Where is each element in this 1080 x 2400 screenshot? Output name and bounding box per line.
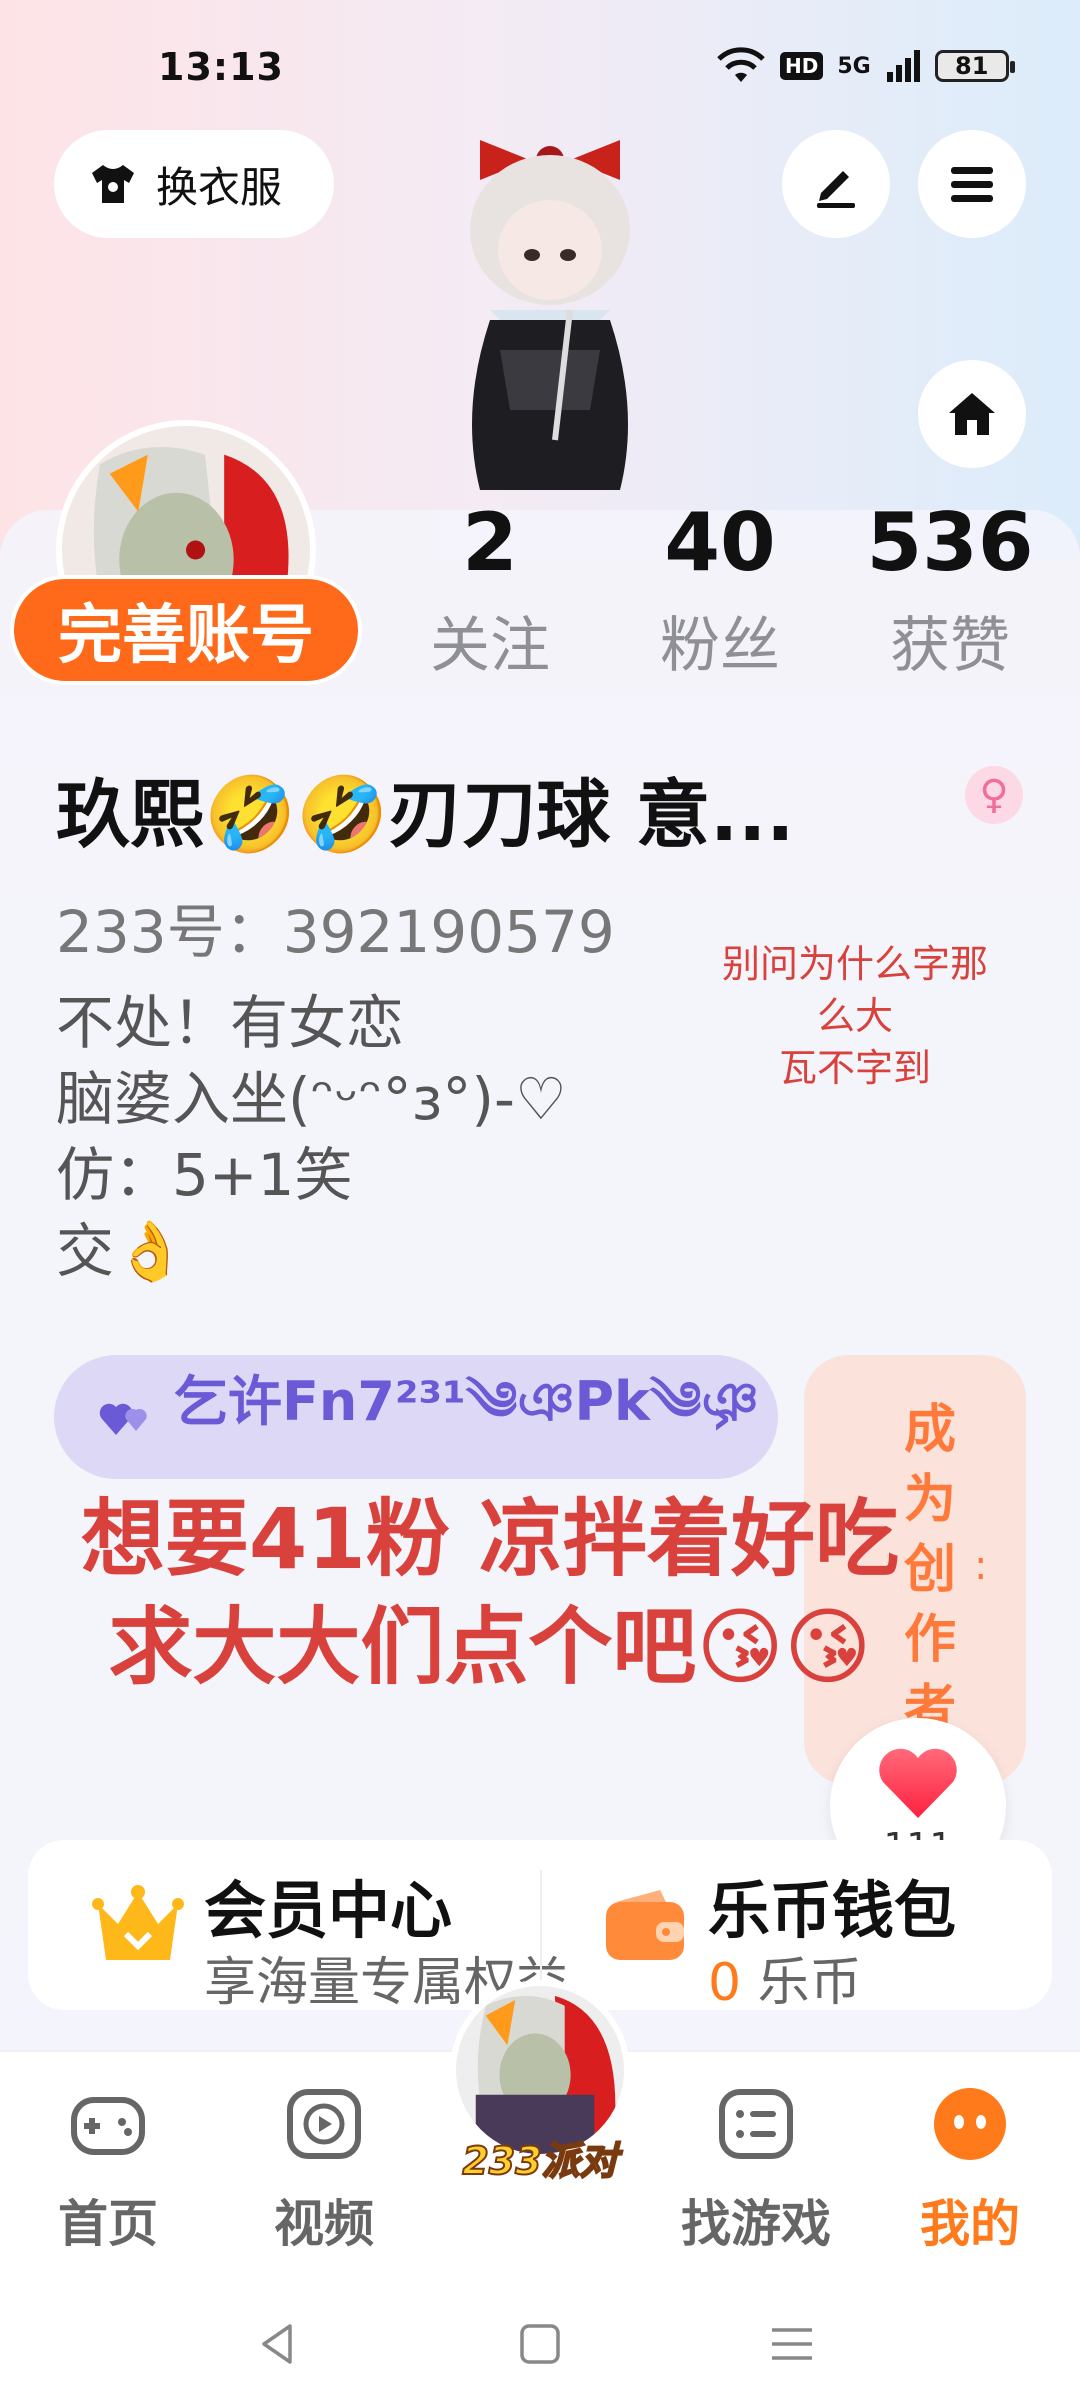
double-heart-icon: [99, 1403, 147, 1435]
tab-mine[interactable]: 我的: [880, 2082, 1060, 2256]
following-count: 2: [462, 496, 518, 589]
gamepad-icon: [71, 2097, 145, 2155]
status-icons: HD 5G 81: [716, 46, 1015, 86]
face-icon: [934, 2088, 1006, 2160]
complete-account-button[interactable]: 完善账号: [10, 575, 362, 685]
hd-badge: HD: [780, 52, 824, 80]
status-bar: 13:13 HD 5G 81: [0, 40, 1080, 100]
edit-button[interactable]: [782, 130, 890, 238]
tab-mine-label: 我的: [920, 2195, 1020, 2253]
likes-label: 获赞: [890, 611, 1010, 681]
tab-find-games-label: 找游戏: [681, 2195, 831, 2253]
dress-up-button[interactable]: 换衣服: [54, 130, 334, 238]
stat-fans[interactable]: 40 粉丝: [620, 495, 820, 684]
tab-home[interactable]: 首页: [18, 2082, 198, 2256]
fan-group-chip[interactable]: 乞许Fn7²³¹༄ঞPk༄ঞ ›: [54, 1355, 778, 1479]
list-icon: [719, 2089, 793, 2159]
coin-balance: 0 乐币: [708, 1940, 862, 2015]
home-nav-icon[interactable]: [514, 2318, 566, 2370]
home-icon: [949, 393, 995, 435]
overlay-note-text: 别问为什么字那 么大 瓦不字到: [721, 942, 988, 1090]
following-label: 关注: [430, 611, 550, 681]
stat-following[interactable]: 2 关注: [390, 495, 590, 684]
coin-unit: 乐币: [757, 1953, 862, 2013]
female-icon: ♀: [965, 766, 1023, 824]
crown-icon: [92, 1885, 184, 1960]
likes-count: 536: [866, 496, 1034, 589]
avatar-3d-character[interactable]: [420, 110, 680, 510]
wifi-icon: [717, 47, 765, 82]
creator-colon: :: [974, 1543, 988, 1589]
tab-party[interactable]: 233派对: [450, 1980, 630, 2200]
user-id[interactable]: 233号：392190579: [56, 885, 615, 969]
signal-icon: [886, 50, 920, 82]
tab-video[interactable]: 视频: [234, 2082, 414, 2256]
play-icon: [287, 2089, 361, 2159]
dress-up-label: 换衣服: [156, 162, 283, 212]
system-nav-bar: [0, 2292, 1080, 2400]
fans-label: 粉丝: [660, 611, 780, 681]
menu-icon: [951, 167, 993, 202]
fans-count: 40: [664, 496, 776, 589]
nickname: 玖熙🤣🤣刃刀球 意...: [56, 772, 795, 858]
network-label: 5G: [837, 53, 871, 79]
tab-video-label: 视频: [274, 2195, 374, 2253]
battery-indicator: 81: [934, 50, 1015, 82]
heart-icon: [879, 1748, 957, 1818]
tab-home-label: 首页: [58, 2195, 158, 2253]
menu-button[interactable]: [918, 130, 1026, 238]
shirt-icon: [92, 165, 134, 203]
bio-text: 不处！有女恋 脑婆入坐(ᵔᵕᵔ°з°)-♡ 仿：5+1笑 交👌: [56, 989, 567, 1285]
vip-title: 会员中心: [204, 1874, 453, 1947]
coin-title: 乐币钱包: [708, 1874, 957, 1947]
home-button[interactable]: [918, 360, 1026, 468]
tab-find-games[interactable]: 找游戏: [666, 2082, 846, 2256]
wallet-icon: [606, 1890, 684, 1960]
back-icon[interactable]: [252, 2318, 304, 2370]
fan-group-name: 乞许Fn7²³¹༄ঞPk༄ঞ: [174, 1370, 759, 1433]
pencil-icon: [817, 171, 855, 208]
party-avatar-image: [456, 1986, 624, 2154]
coin-count: 0: [708, 1953, 742, 2013]
overlay-big-text: 想要41粉 凉拌着好吃 求大大们点个吧😘😘: [80, 1490, 900, 1696]
status-time: 13:13: [158, 45, 284, 89]
recents-icon[interactable]: [766, 2318, 818, 2370]
chevron-right-icon: ›: [711, 1388, 732, 1446]
stat-likes[interactable]: 536 获赞: [850, 495, 1050, 684]
party-label: 233派对: [461, 2138, 618, 2184]
